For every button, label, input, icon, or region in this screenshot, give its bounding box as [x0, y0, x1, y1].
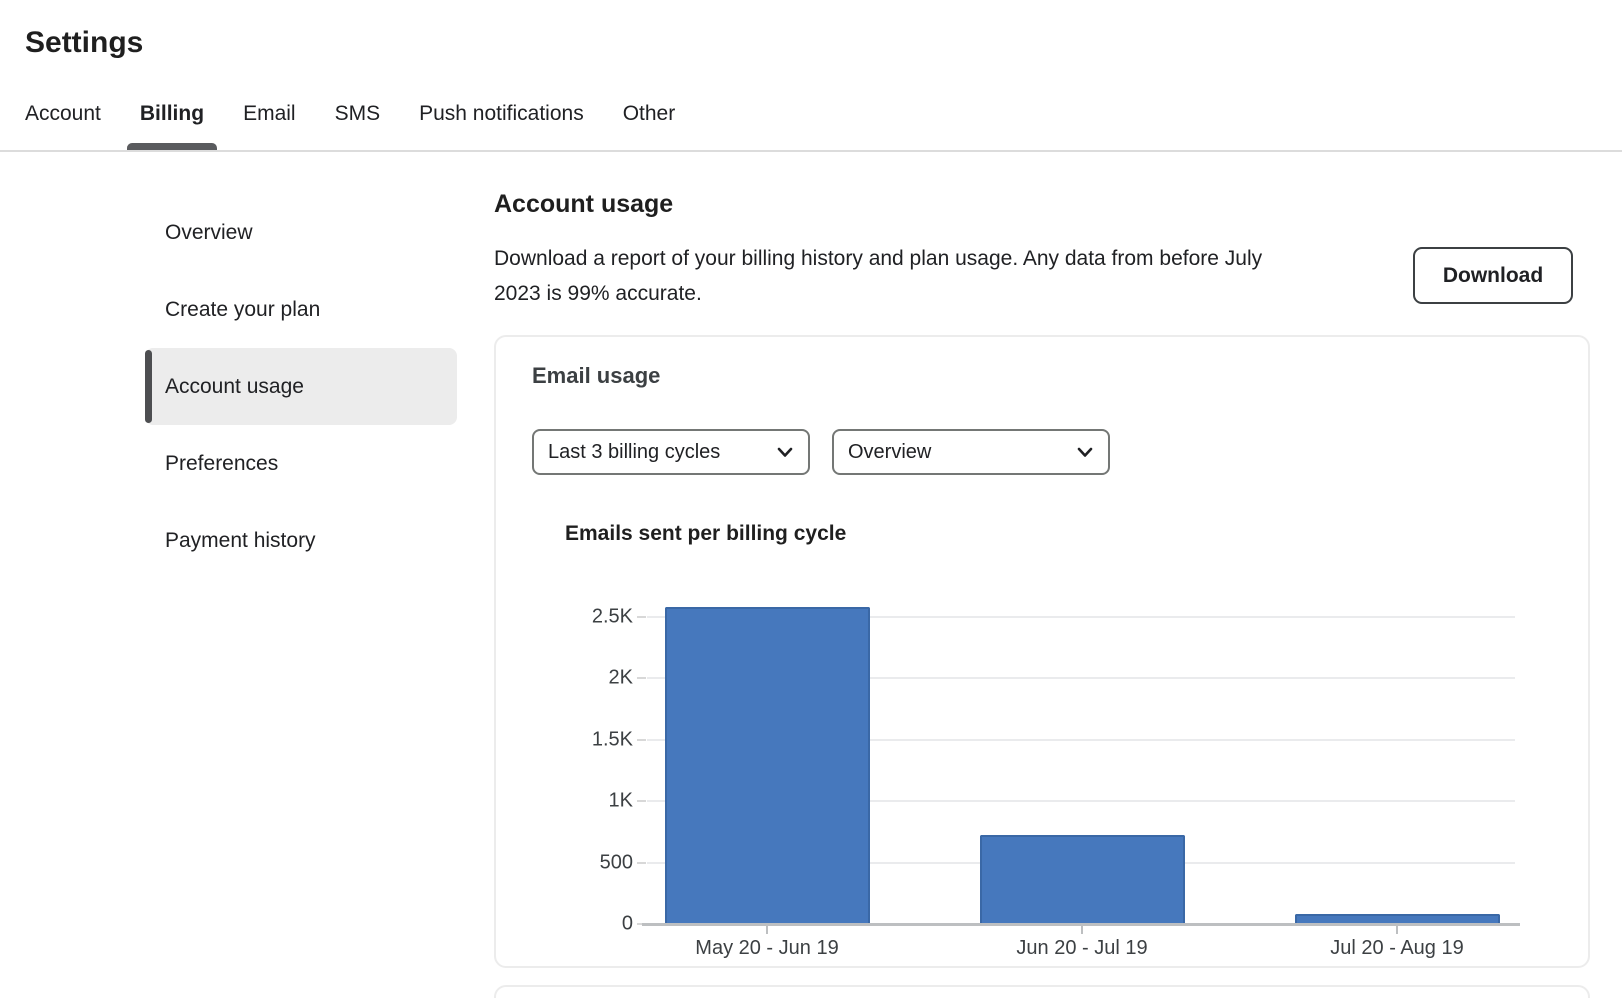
tab-push-notifications[interactable]: Push notifications	[406, 88, 597, 151]
tab-billing[interactable]: Billing	[127, 88, 217, 151]
tab-other[interactable]: Other	[610, 88, 689, 151]
section-heading: Account usage	[494, 190, 673, 219]
x-axis-tick	[766, 926, 768, 934]
tab-label: Billing	[140, 102, 204, 125]
y-axis-tick	[637, 862, 646, 864]
tab-label: Other	[623, 102, 676, 125]
y-axis-tick-label: 2.5K	[496, 605, 633, 628]
sidebar-item-label: Payment history	[165, 529, 316, 553]
sidebar-item-create-your-plan[interactable]: Create your plan	[145, 271, 457, 348]
y-axis-tick	[637, 677, 646, 679]
bar-may-20---jun-19	[665, 607, 870, 924]
selected-item-accent-bar	[145, 350, 152, 423]
page-title: Settings	[25, 26, 143, 60]
x-axis-tick-label: Jul 20 - Aug 19	[1330, 937, 1463, 960]
tab-label: Account	[25, 102, 101, 125]
x-axis-tick	[1396, 926, 1398, 934]
sidebar-item-label: Overview	[165, 221, 253, 245]
sidebar-item-payment-history[interactable]: Payment history	[145, 502, 457, 579]
sidebar-item-preferences[interactable]: Preferences	[145, 425, 457, 502]
y-axis-tick-label: 0	[496, 913, 633, 936]
x-axis-tick	[1081, 926, 1083, 934]
sidebar-item-account-usage[interactable]: Account usage	[145, 348, 457, 425]
y-axis-tick	[637, 739, 646, 741]
next-usage-card	[494, 985, 1590, 998]
sidebar-item-label: Create your plan	[165, 298, 320, 322]
y-axis-tick-label: 1.5K	[496, 728, 633, 751]
tab-account[interactable]: Account	[12, 88, 114, 151]
email-usage-card: Email usage Last 3 billing cycles Overvi…	[494, 335, 1590, 968]
download-button[interactable]: Download	[1413, 247, 1573, 304]
sidebar-item-label: Account usage	[165, 375, 304, 399]
tab-label: Push notifications	[419, 102, 584, 125]
settings-sidebar: Overview Create your plan Account usage …	[145, 194, 457, 579]
x-axis-baseline	[642, 923, 1520, 926]
y-axis-tick	[637, 800, 646, 802]
sidebar-item-label: Preferences	[165, 452, 278, 476]
tab-sms[interactable]: SMS	[322, 88, 394, 151]
tab-label: Email	[243, 102, 296, 125]
y-axis-tick-label: 500	[496, 851, 633, 874]
x-axis-tick-label: Jun 20 - Jul 19	[1016, 937, 1147, 960]
bar-jun-20---jul-19	[980, 835, 1185, 924]
tab-bar: Account Billing Email SMS Push notificat…	[12, 88, 688, 151]
emails-bar-chart: 0 500 1K 1.5K 2K 2.5K May 20 - Jun 19 Jun 20 - …	[496, 337, 1588, 966]
section-description: Download a report of your billing histor…	[494, 241, 1314, 311]
y-axis-tick	[637, 616, 646, 618]
tab-email[interactable]: Email	[230, 88, 309, 151]
sidebar-item-overview[interactable]: Overview	[145, 194, 457, 271]
y-axis-tick-label: 1K	[496, 790, 633, 813]
x-axis-tick-label: May 20 - Jun 19	[695, 937, 838, 960]
tab-label: SMS	[335, 102, 381, 125]
y-axis-tick-label: 2K	[496, 667, 633, 690]
header-divider	[0, 150, 1622, 152]
